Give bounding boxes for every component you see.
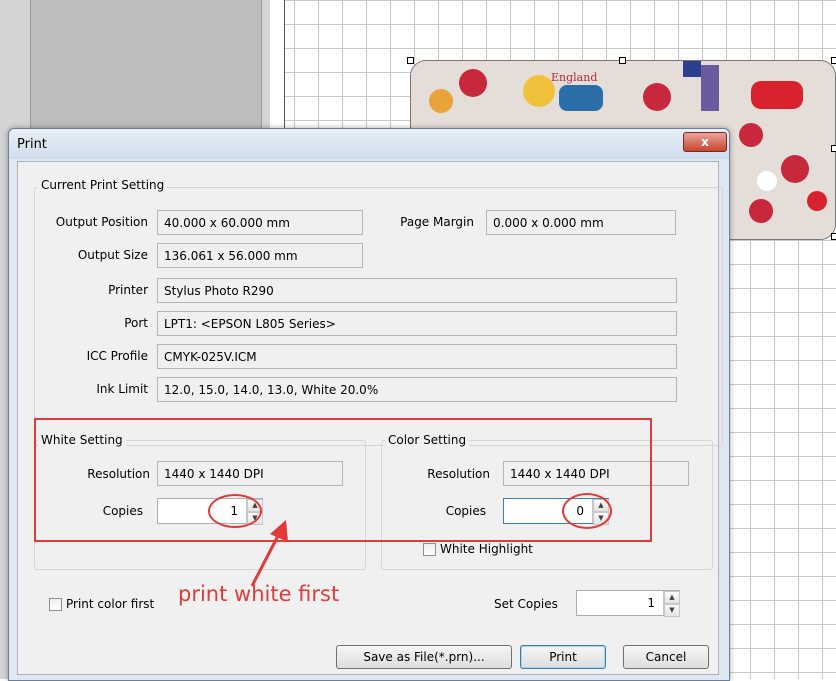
cancel-button[interactable]: Cancel <box>623 645 709 669</box>
print-dialog: Print x Current Print Setting Output Pos… <box>8 128 730 681</box>
set-copies-stepper[interactable]: ▲ ▼ <box>663 591 680 617</box>
ink-limit-label: Ink Limit <box>96 382 148 396</box>
annotation-ellipse-color-copies <box>562 493 612 529</box>
artwork-label: England <box>551 71 597 84</box>
white-highlight-checkbox[interactable] <box>423 543 436 556</box>
port-value: LPT1: <EPSON L805 Series> <box>157 311 677 336</box>
selection-handle[interactable] <box>831 145 836 152</box>
close-icon: x <box>701 135 709 149</box>
printer-label: Printer <box>108 283 148 297</box>
print-color-first-label: Print color first <box>66 597 155 611</box>
selection-handle[interactable] <box>407 57 414 64</box>
ink-limit-value: 12.0, 15.0, 14.0, 13.0, White 20.0% <box>157 377 677 402</box>
annotation-text: print white first <box>178 582 340 606</box>
save-as-file-button[interactable]: Save as File(*.prn)... <box>336 645 512 669</box>
annotation-highlight-box <box>34 418 652 542</box>
print-button[interactable]: Print <box>520 645 606 669</box>
white-highlight-label: White Highlight <box>440 542 533 556</box>
icc-profile-label: ICC Profile <box>86 349 148 363</box>
port-label: Port <box>124 316 148 330</box>
dialog-title: Print <box>17 137 47 152</box>
set-copies-label: Set Copies <box>494 597 558 611</box>
current-print-setting-label: Current Print Setting <box>38 178 168 192</box>
selection-handle[interactable] <box>831 233 836 240</box>
dialog-titlebar[interactable]: Print x <box>9 129 729 159</box>
selection-handle[interactable] <box>831 57 836 64</box>
print-color-first-checkbox[interactable] <box>49 598 62 611</box>
output-size-value: 136.061 x 56.000 mm <box>157 243 363 268</box>
printer-value: Stylus Photo R290 <box>157 278 677 303</box>
page-margin-label: Page Margin <box>400 215 474 229</box>
spin-down-icon[interactable]: ▼ <box>664 604 680 617</box>
spin-up-icon[interactable]: ▲ <box>664 591 680 604</box>
close-button[interactable]: x <box>683 132 727 152</box>
page-margin-value: 0.000 x 0.000 mm <box>486 210 676 235</box>
output-position-label: Output Position <box>55 215 148 229</box>
output-size-label: Output Size <box>77 248 148 262</box>
output-position-value: 40.000 x 60.000 mm <box>157 210 363 235</box>
icc-profile-value: CMYK-025V.ICM <box>157 344 677 369</box>
selection-handle[interactable] <box>619 57 626 64</box>
